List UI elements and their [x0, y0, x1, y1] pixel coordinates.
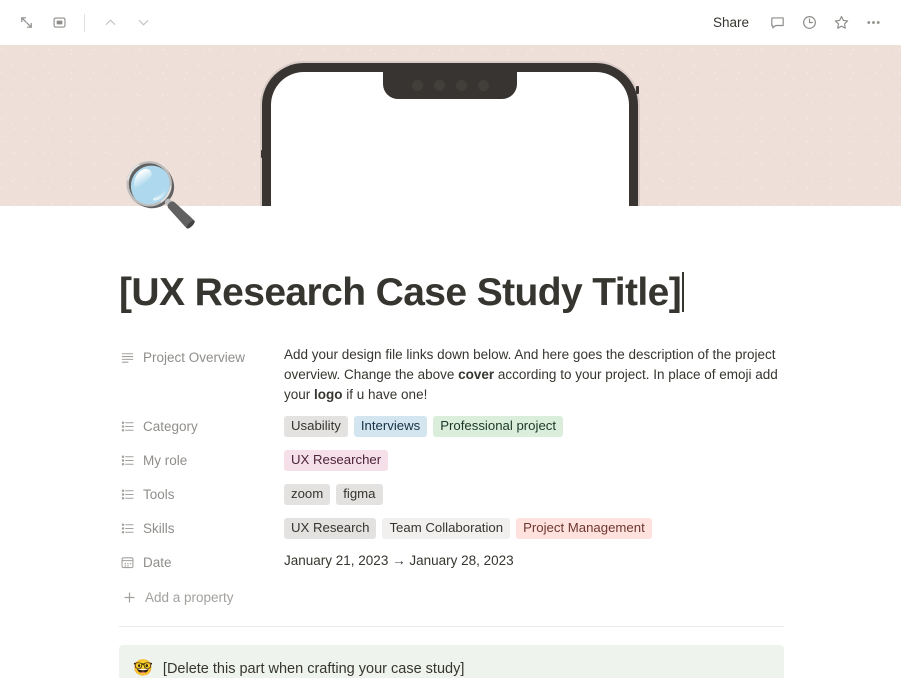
tag-list: UX Research Team Collaboration Project Man…: [284, 517, 784, 539]
phone-side-button: [636, 86, 639, 94]
tag-chip[interactable]: Team Collaboration: [382, 517, 511, 539]
notch-sensor-dot: [477, 80, 489, 91]
tag-chip[interactable]: Professional project: [433, 415, 564, 437]
share-button[interactable]: Share: [705, 11, 757, 34]
tag-list: UX Researcher: [284, 449, 784, 471]
phone-notch: [383, 72, 517, 99]
property-value[interactable]: zoom figma: [284, 481, 784, 505]
tag-list: Usability Interviews Professional project: [284, 415, 784, 437]
toolbar-left-group: [12, 9, 157, 37]
property-value[interactable]: January 21, 2023 → January 28, 2023: [284, 549, 784, 571]
property-label-text: Date: [143, 555, 172, 571]
notch-sensor-dot: [411, 80, 423, 91]
property-label-text: Skills: [143, 521, 175, 537]
property-label-text: Project Overview: [143, 350, 246, 366]
add-a-property-label: Add a property: [145, 590, 234, 606]
property-label-category[interactable]: Category: [119, 413, 284, 438]
property-label-tools[interactable]: Tools: [119, 481, 284, 506]
multi-select-icon: [119, 521, 135, 537]
history-clock-icon[interactable]: [795, 9, 823, 37]
tag-chip[interactable]: Usability: [284, 415, 348, 437]
phone-side-button: [261, 150, 264, 158]
property-label-text: Category: [143, 419, 198, 435]
property-value[interactable]: Usability Interviews Professional project: [284, 413, 784, 437]
date-range-value[interactable]: January 21, 2023 → January 28, 2023: [284, 550, 514, 568]
phone-mockup-illustration: [261, 63, 639, 206]
multi-select-icon: [119, 419, 135, 435]
property-row: Skills UX Research Team Collaboration Proje…: [119, 511, 784, 545]
multi-select-icon: [119, 453, 135, 469]
top-toolbar: Share: [0, 0, 901, 45]
property-row: Date January 21, 2023 → January 28, 2023: [119, 545, 784, 579]
text-lines-icon: [119, 350, 135, 366]
callout-block[interactable]: 🤓 [Delete this part when crafting your c…: [119, 644, 784, 678]
notch-sensor-dot: [433, 80, 445, 91]
property-label-skills[interactable]: Skills: [119, 515, 284, 540]
toolbar-right-group: Share: [705, 9, 887, 37]
tag-chip[interactable]: UX Research: [284, 517, 377, 539]
property-value[interactable]: UX Research Team Collaboration Project Man…: [284, 515, 784, 539]
tag-chip[interactable]: UX Researcher: [284, 449, 389, 471]
tag-chip[interactable]: figma: [336, 483, 383, 505]
tag-chip[interactable]: Interviews: [353, 415, 428, 437]
tag-list: zoom figma: [284, 483, 784, 505]
property-row: Category Usability Interviews Professional …: [119, 409, 784, 443]
content-divider: [119, 625, 784, 627]
property-value[interactable]: Add your design file links down below. A…: [284, 344, 779, 405]
multi-select-icon: [119, 487, 135, 503]
property-label-text: Tools: [143, 487, 175, 503]
expand-collapse-icon[interactable]: [12, 9, 40, 37]
property-label-my-role[interactable]: My role: [119, 447, 284, 472]
emphasis-text: cover: [458, 366, 495, 382]
body-text: if u have one!: [342, 386, 428, 402]
comment-icon[interactable]: [763, 9, 791, 37]
property-label-text: My role: [143, 453, 188, 469]
toolbar-divider: [84, 13, 85, 32]
text-cursor: [682, 272, 684, 312]
calendar-icon: [119, 555, 135, 571]
tag-chip[interactable]: zoom: [284, 483, 331, 505]
star-icon[interactable]: [827, 9, 855, 37]
page-title[interactable]: [UX Research Case Study Title]: [119, 271, 684, 315]
page-content-column: [UX Research Case Study Title] Project O…: [119, 206, 784, 678]
callout-emoji-icon: 🤓: [133, 659, 153, 677]
notch-sensor-dot: [455, 80, 467, 91]
property-label-project-overview[interactable]: Project Overview: [119, 344, 284, 369]
property-row: Tools zoom figma: [119, 477, 784, 511]
sidebar-panel-icon[interactable]: [45, 9, 73, 37]
plus-icon: [121, 590, 137, 606]
page-emoji-icon[interactable]: 🔍: [122, 160, 199, 232]
nav-down-chevron-icon[interactable]: [129, 9, 157, 37]
property-value[interactable]: UX Researcher: [284, 447, 784, 471]
nav-up-chevron-icon[interactable]: [96, 9, 124, 37]
page-properties-list: Project Overview Add your design file lin…: [119, 340, 784, 579]
more-options-icon[interactable]: [859, 9, 887, 37]
emphasis-text: logo: [314, 386, 343, 402]
page-body: [UX Research Case Study Title] Project O…: [0, 206, 901, 678]
tag-chip[interactable]: Project Management: [516, 517, 652, 539]
page-title-text: [UX Research Case Study Title]: [119, 271, 682, 314]
property-row: My role UX Researcher: [119, 443, 784, 477]
property-label-date[interactable]: Date: [119, 549, 284, 574]
callout-text: [Delete this part when crafting your cas…: [162, 660, 465, 677]
add-a-property-button[interactable]: Add a property: [119, 585, 284, 611]
property-row: Project Overview Add your design file lin…: [119, 340, 784, 409]
